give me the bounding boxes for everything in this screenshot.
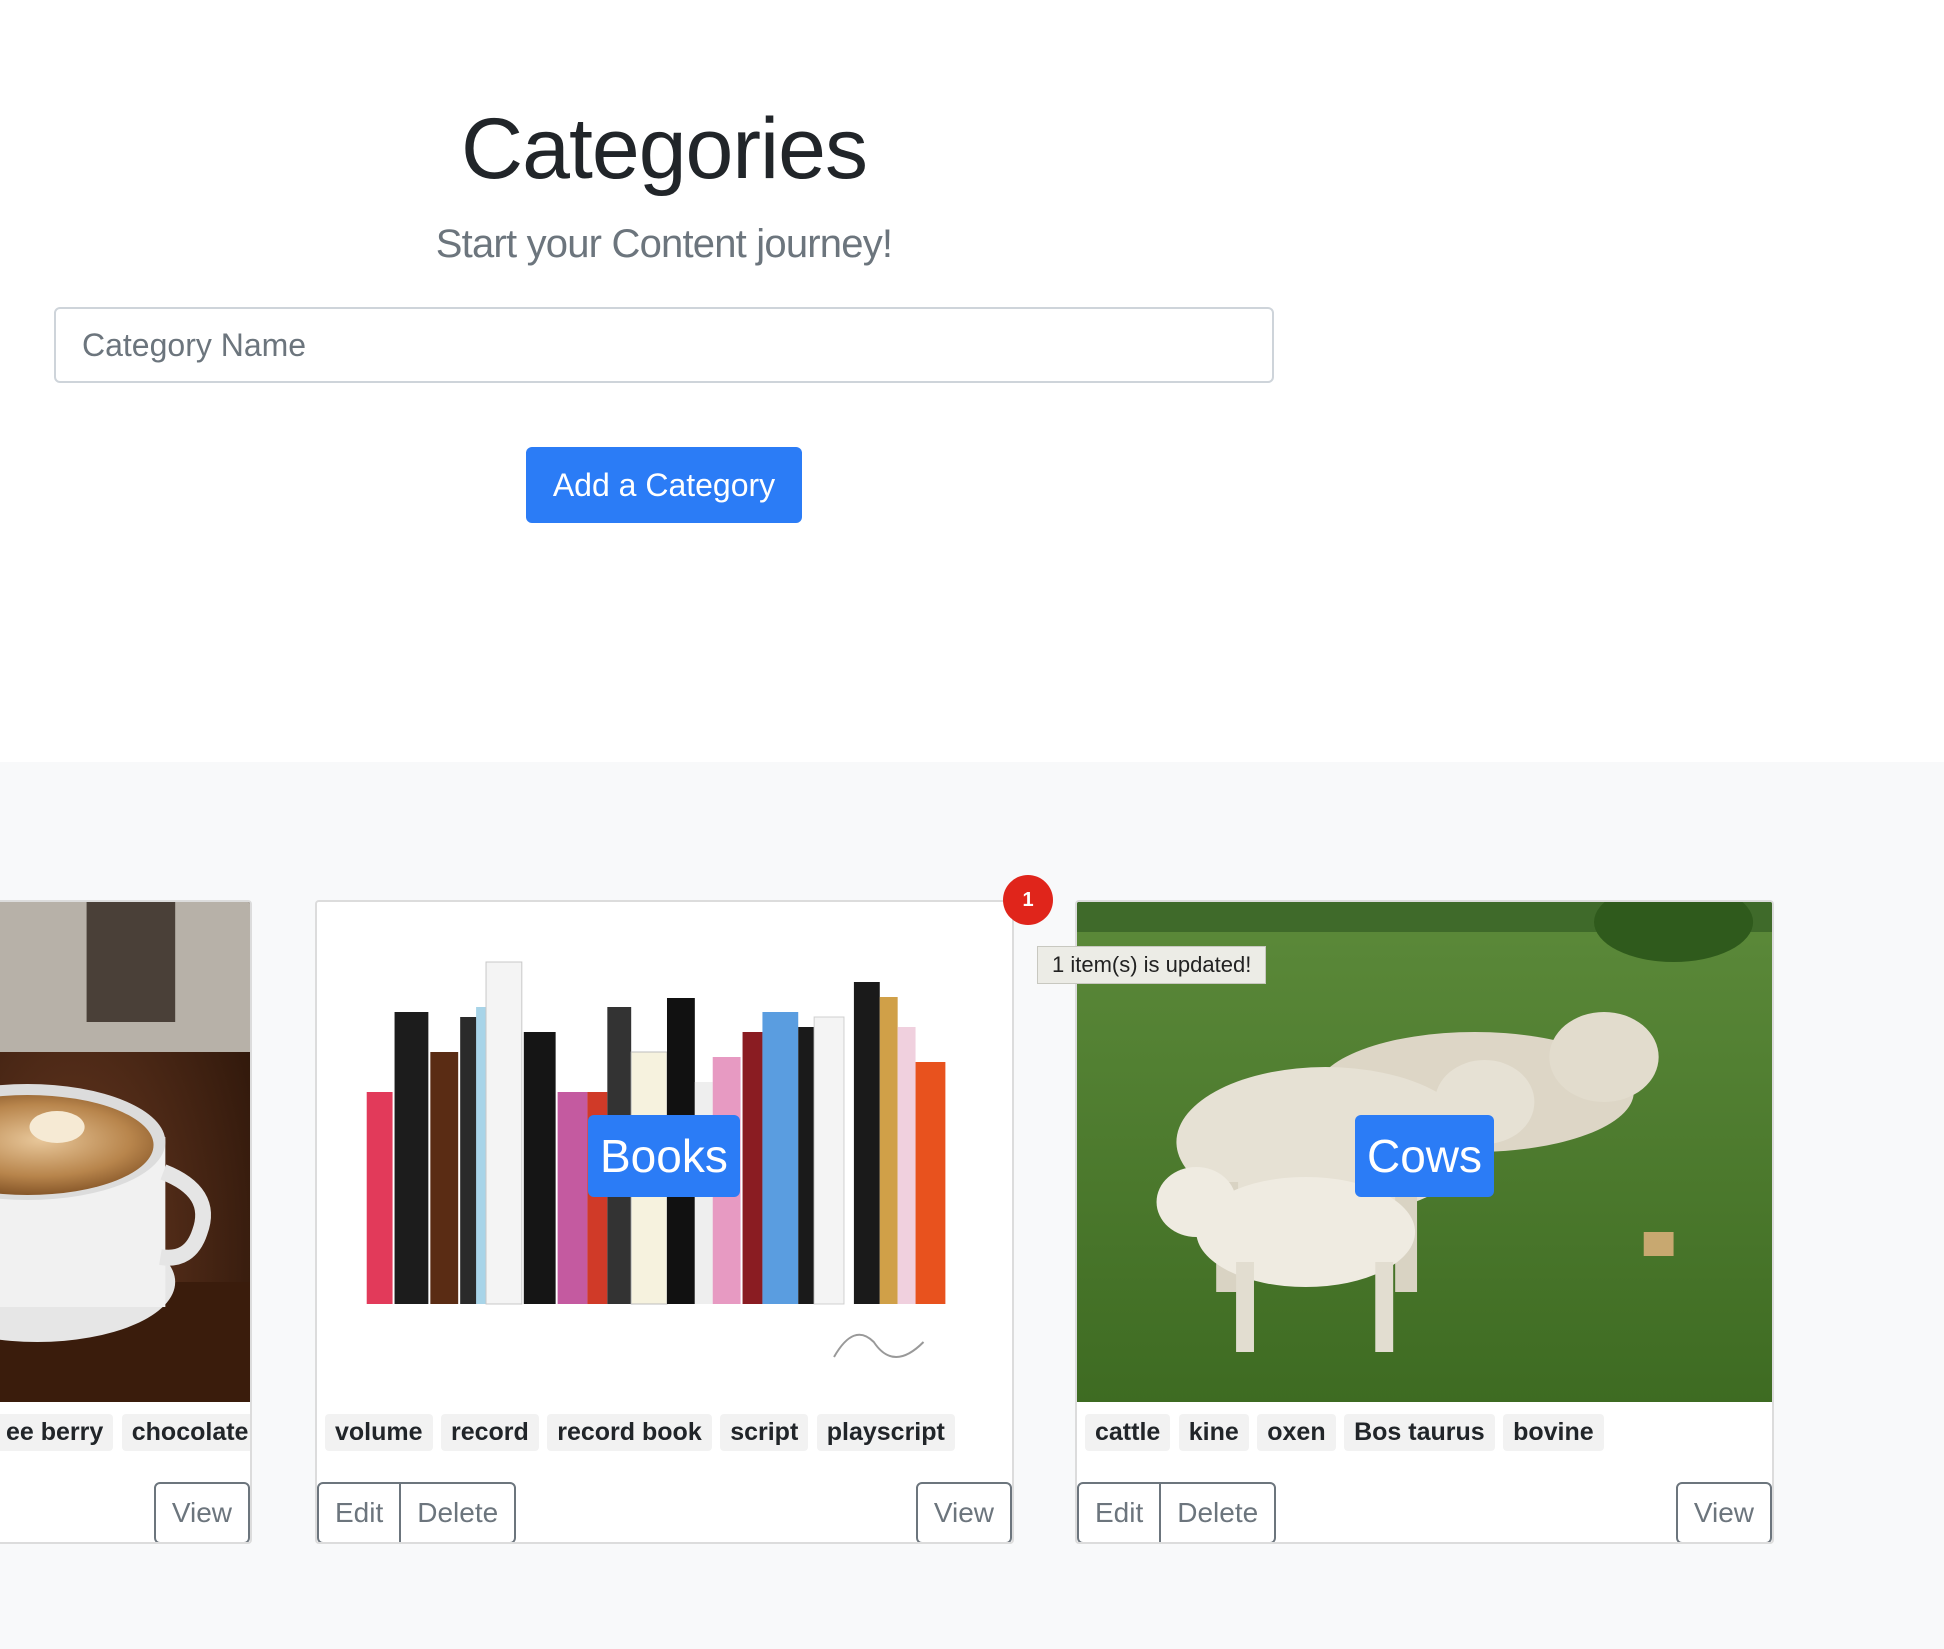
category-card-coffee: ee berry chocolate View — [0, 900, 252, 1544]
coffee-image — [0, 902, 250, 1402]
tag: kine — [1178, 1414, 1249, 1451]
page-subtitle: Start your Content journey! — [435, 222, 893, 266]
tag: volume — [325, 1414, 433, 1451]
tag: record — [440, 1414, 539, 1451]
view-button[interactable]: View — [153, 1482, 250, 1542]
category-card-cows: Cows cattle kine oxen Bos taurus bovine … — [1075, 900, 1774, 1544]
tag-list: ee berry chocolate — [0, 1414, 250, 1451]
tag: ee berry — [0, 1414, 114, 1451]
hero-section: Categories Start your Content journey! A… — [0, 0, 1944, 762]
tag-list: volume record record book script playscr… — [325, 1414, 959, 1451]
tag: oxen — [1257, 1414, 1336, 1451]
category-name-input[interactable] — [54, 307, 1274, 383]
category-card-books: Books volume record record book script p… — [315, 900, 1014, 1544]
edit-button[interactable]: Edit — [317, 1482, 402, 1542]
delete-button[interactable]: Delete — [1159, 1482, 1277, 1542]
category-title-label: Cows — [1355, 1115, 1495, 1197]
tag: Bos taurus — [1344, 1414, 1495, 1451]
card-actions: Edit Delete — [317, 1482, 517, 1542]
page-title: Categories — [461, 101, 868, 197]
tag: script — [720, 1414, 809, 1451]
notification-badge[interactable]: 1 — [1003, 875, 1053, 925]
update-tooltip: 1 item(s) is updated! — [1037, 946, 1267, 984]
tag: playscript — [816, 1414, 955, 1451]
tag: cattle — [1085, 1414, 1171, 1451]
delete-button[interactable]: Delete — [399, 1482, 517, 1542]
tag: record book — [547, 1414, 712, 1451]
add-category-button[interactable]: Add a Category — [526, 447, 802, 523]
card-actions: Edit Delete — [1077, 1482, 1277, 1542]
view-button[interactable]: View — [915, 1482, 1012, 1542]
view-button[interactable]: View — [1675, 1482, 1772, 1542]
tag: chocolate — [121, 1414, 250, 1451]
tag-list: cattle kine oxen Bos taurus bovine — [1085, 1414, 1608, 1451]
category-title-label: Books — [588, 1115, 740, 1197]
tag: bovine — [1503, 1414, 1604, 1451]
edit-button[interactable]: Edit — [1077, 1482, 1162, 1542]
